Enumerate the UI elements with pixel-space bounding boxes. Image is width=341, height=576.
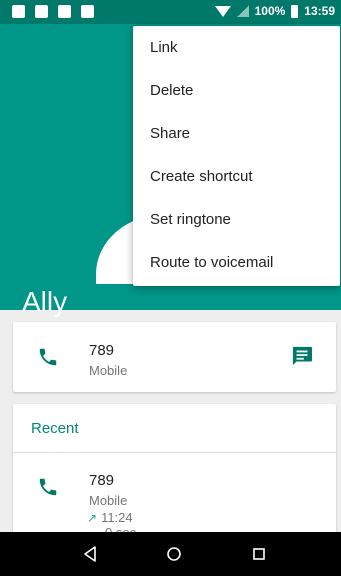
recents-icon[interactable] — [247, 542, 271, 566]
phone-icon[interactable] — [37, 476, 59, 498]
call-time-row: ↗ 11:24 — [87, 510, 133, 525]
sim-card-icon — [12, 5, 25, 18]
menu-item-delete[interactable]: Delete — [133, 69, 340, 112]
navigation-bar — [0, 532, 341, 576]
menu-item-share[interactable]: Share — [133, 112, 340, 155]
menu-item-route-to-voicemail[interactable]: Route to voicemail — [133, 241, 340, 284]
back-icon[interactable] — [78, 542, 102, 566]
home-icon[interactable] — [162, 542, 186, 566]
divider — [13, 452, 336, 453]
overflow-menu: Link Delete Share Create shortcut Set ri… — [133, 26, 340, 286]
phone-number-card[interactable]: 789 Mobile — [13, 322, 336, 392]
battery-icon — [291, 4, 299, 18]
wifi-icon — [214, 5, 231, 17]
sd-card-icon — [81, 5, 94, 18]
phone-type: Mobile — [89, 363, 128, 378]
clock: 13:59 — [304, 4, 335, 18]
recent-number[interactable]: 789 — [89, 472, 114, 489]
signal-icon — [236, 5, 249, 17]
menu-item-create-shortcut[interactable]: Create shortcut — [133, 155, 340, 198]
phone-icon[interactable] — [37, 346, 59, 368]
menu-item-link[interactable]: Link — [133, 26, 340, 69]
menu-item-set-ringtone[interactable]: Set ringtone — [133, 198, 340, 241]
phone-number: 789 — [89, 342, 115, 359]
recent-title: Recent — [31, 420, 79, 437]
recent-type: Mobile — [89, 493, 128, 508]
recent-calls-card: Recent 789 Mobile ↗11:24 0 sec — [13, 404, 336, 544]
outgoing-call-icon: ↗ — [87, 511, 98, 525]
contact-name: Ally — [22, 286, 68, 317]
image-icon — [35, 5, 48, 18]
status-bar: 100% 13:59 — [0, 0, 341, 24]
battery-percent: 100% — [254, 4, 286, 18]
notification-icons — [12, 5, 94, 18]
storage-icon — [58, 5, 71, 18]
message-icon[interactable] — [291, 346, 313, 366]
call-time: 11:24 — [101, 510, 133, 525]
